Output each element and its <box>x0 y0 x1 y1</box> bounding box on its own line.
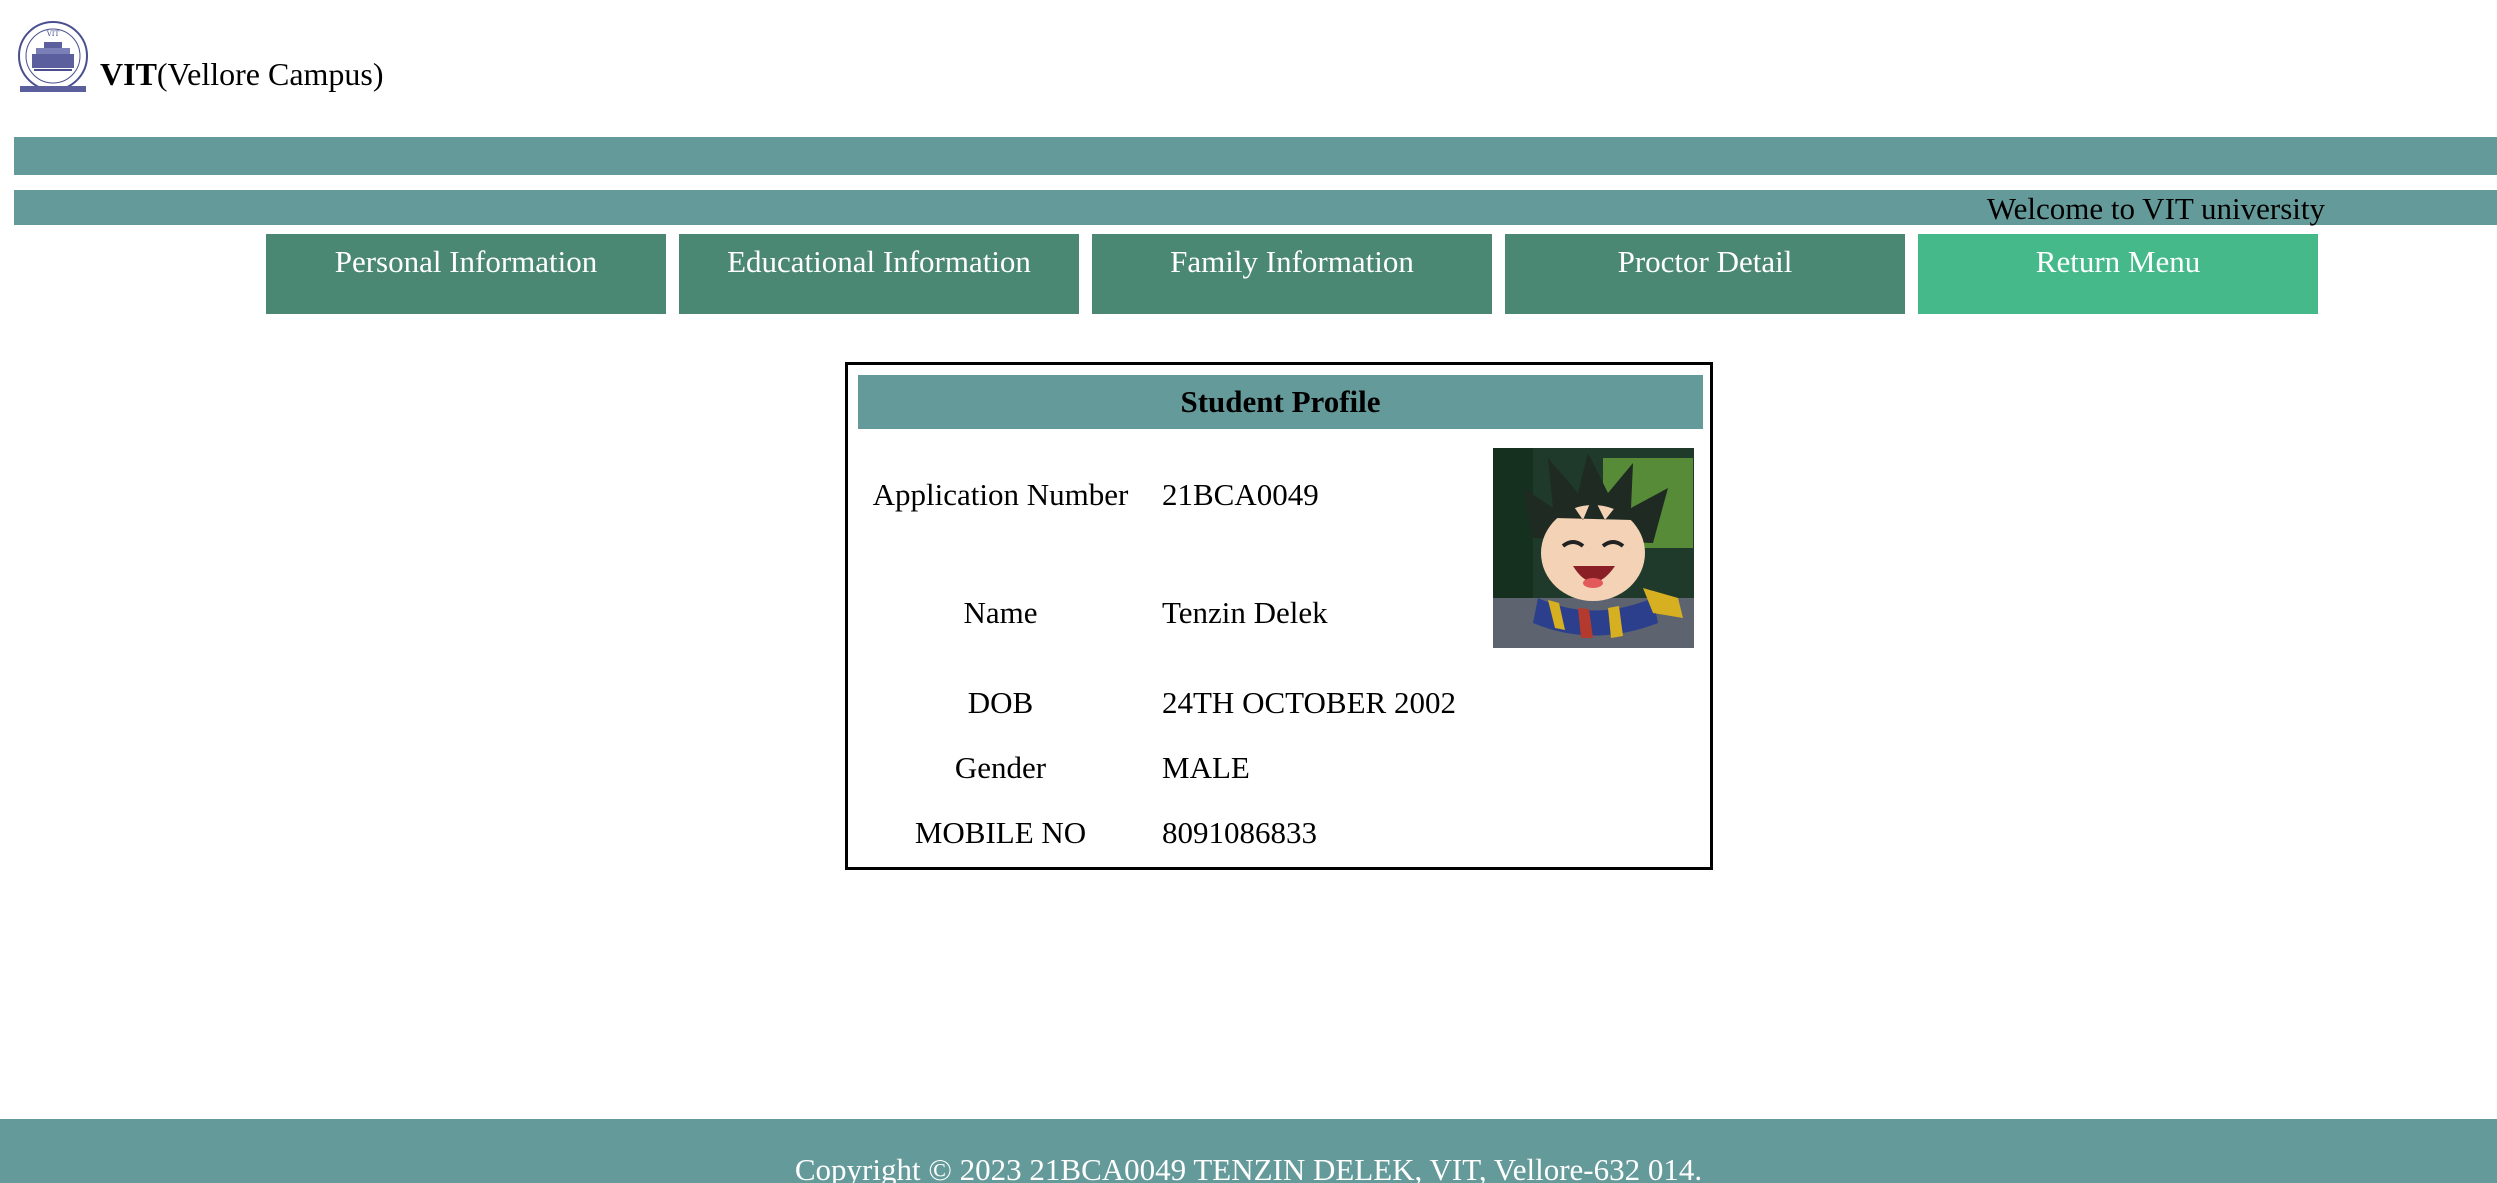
row-label: DOB <box>967 685 1034 720</box>
row-value: 24TH OCTOBER 2002 <box>1162 685 1456 720</box>
top-bar <box>14 137 2497 175</box>
page: VIT VIT(Vellore Campus) Welcome to VIT u… <box>0 0 2497 1183</box>
row-label: Gender <box>954 750 1047 785</box>
row-value: 8091086833 <box>1162 815 1317 850</box>
welcome-bar: Welcome to VIT university <box>14 190 2497 226</box>
student-photo-icon <box>1493 448 1694 648</box>
svg-text:VIT: VIT <box>46 30 60 38</box>
row-value: Tenzin Delek <box>1162 595 1328 630</box>
profile-row-application-number: Application Number 21BCA0049 <box>848 475 1448 515</box>
profile-row-name: Name Tenzin Delek <box>848 593 1448 633</box>
profile-row-gender: Gender MALE <box>848 748 1448 788</box>
row-label: Application Number <box>872 477 1129 512</box>
return-menu-button[interactable]: Return Menu <box>1918 234 2318 314</box>
site-footer: Copyright © 2023 21BCA0049 TENZIN DELEK,… <box>0 1119 2497 1183</box>
family-information-button[interactable]: Family Information <box>1092 234 1492 314</box>
copyright-text: Copyright © 2023 21BCA0049 TENZIN DELEK,… <box>794 1152 1703 1183</box>
personal-information-button[interactable]: Personal Information <box>266 234 666 314</box>
site-brand: VIT(Vellore Campus) <box>100 58 384 90</box>
row-value: MALE <box>1162 750 1250 785</box>
row-label: Name <box>963 595 1038 630</box>
welcome-marquee: Welcome to VIT university <box>1986 191 2325 226</box>
student-profile-card: Student Profile Application Number 21BCA… <box>845 362 1713 870</box>
profile-row-dob: DOB 24TH OCTOBER 2002 <box>848 683 1456 723</box>
profile-title: Student Profile <box>858 375 1703 429</box>
site-header: VIT VIT(Vellore Campus) <box>14 18 384 98</box>
row-value: 21BCA0049 <box>1162 477 1319 512</box>
brand-name: VIT <box>100 56 157 92</box>
profile-row-mobile: MOBILE NO 8091086833 <box>848 813 1448 853</box>
proctor-detail-button[interactable]: Proctor Detail <box>1505 234 1905 314</box>
educational-information-button[interactable]: Educational Information <box>679 234 1079 314</box>
row-label: MOBILE NO <box>914 815 1087 850</box>
brand-campus: (Vellore Campus) <box>156 56 384 92</box>
main-nav: Personal Information Educational Informa… <box>266 234 2318 314</box>
vit-logo-icon: VIT <box>18 21 88 92</box>
